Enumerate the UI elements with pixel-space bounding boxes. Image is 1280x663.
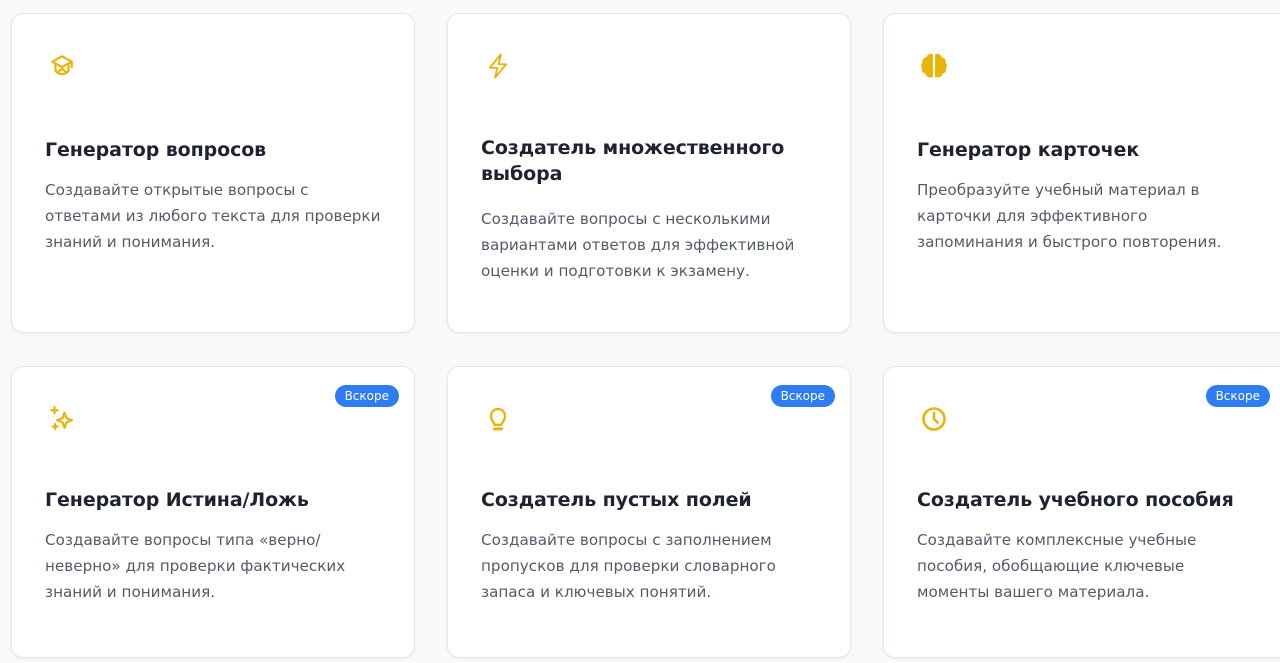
card-title: Генератор карточек xyxy=(917,139,1140,161)
tool-card-true-false[interactable]: Вскоре Генератор Истина/Ложь Создавайте … xyxy=(11,366,415,658)
card-title: Генератор Истина/Ложь xyxy=(45,489,309,511)
graduation-cap-icon xyxy=(45,49,79,83)
tool-card-study-guide[interactable]: Вскоре Создатель учебного пособия Создав… xyxy=(883,366,1280,658)
coming-soon-badge: Вскоре xyxy=(1205,385,1270,407)
card-description: Преобразуйте учебный материал в карточки… xyxy=(917,181,1222,251)
coming-soon-badge: Вскоре xyxy=(770,385,835,407)
lightning-icon xyxy=(481,49,515,83)
card-title: Создатель множественного выбора xyxy=(481,137,785,185)
sparkles-icon xyxy=(45,402,79,436)
card-title: Генератор вопросов xyxy=(45,139,267,161)
tool-card-question-generator[interactable]: Генератор вопросов Создавайте открытые в… xyxy=(11,13,415,333)
card-title: Создатель пустых полей xyxy=(481,489,752,511)
card-description: Создавайте вопросы с заполнением пропуск… xyxy=(481,531,776,601)
tool-card-multiple-choice[interactable]: Создатель множественного выбора Создавай… xyxy=(447,13,851,333)
tool-card-fill-blanks[interactable]: Вскоре Создатель пустых полей Создавайте… xyxy=(447,366,851,658)
card-description: Создавайте открытые вопросы с ответами и… xyxy=(45,181,381,251)
card-description: Создавайте вопросы типа «верно/неверно» … xyxy=(45,531,346,601)
clock-icon xyxy=(917,402,951,436)
tools-grid: Генератор вопросов Создавайте открытые в… xyxy=(0,0,1280,663)
lightbulb-icon xyxy=(481,402,515,436)
coming-soon-badge: Вскоре xyxy=(334,385,399,407)
card-description: Создавайте вопросы с несколькими вариант… xyxy=(481,210,795,280)
card-title: Создатель учебного пособия xyxy=(917,489,1234,511)
brain-icon xyxy=(917,49,951,83)
tool-card-flashcards[interactable]: Генератор карточек Преобразуйте учебный … xyxy=(883,13,1280,333)
card-description: Создавайте комплексные учебные пособия, … xyxy=(917,531,1197,601)
